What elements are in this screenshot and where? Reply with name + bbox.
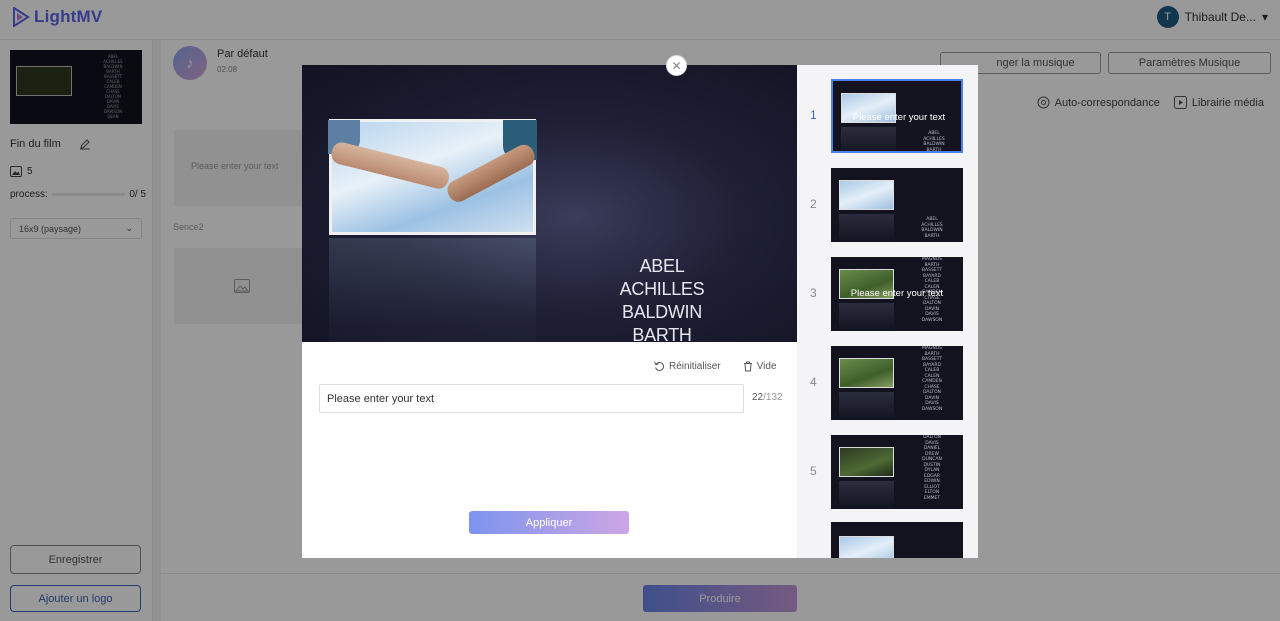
scene-photo — [839, 358, 894, 388]
credit-text-input[interactable] — [319, 384, 744, 413]
video-preview: ABEL ACHILLES BALDWIN BARTH — [302, 65, 797, 342]
scene-credit: BARTH — [924, 233, 940, 239]
preview-reflection — [329, 238, 536, 342]
editor-actions: Réinitialiser Vide — [654, 361, 777, 372]
close-icon[interactable]: ✕ — [666, 55, 687, 76]
scene-item-4[interactable]: 4 MAGNUS BARTH BASSETT BAYARD CALEB CALE… — [797, 346, 978, 420]
scene-photo — [839, 180, 894, 210]
scene-photo — [839, 447, 894, 477]
scene-overlay-text: Please enter your text — [850, 288, 944, 299]
scene-reflection — [839, 303, 894, 331]
scene-reflection — [839, 214, 894, 242]
scene-photo — [839, 536, 894, 558]
scene-credit: BALDWIN — [923, 142, 945, 147]
scene-item-2[interactable]: 2 ABEL ACHILLES BALDWIN BARTH — [797, 168, 978, 242]
scene-list: 1 ABEL ACHILLES BALDWIN BARTH Please ent… — [797, 65, 978, 558]
scene-reflection — [839, 392, 894, 420]
scene-number: 5 — [810, 464, 817, 478]
scene-credits: MAGNUS BARTH BASSETT BAYARD CALEB CALEN … — [917, 346, 947, 412]
scene-credit: EMMET — [923, 495, 941, 501]
reset-button[interactable]: Réinitialiser — [654, 361, 721, 372]
scene-item-5[interactable]: 5 DALTON DAVIS DANIEL DREW DUNCAN DUSTIN… — [797, 435, 978, 509]
preview-photo — [328, 119, 539, 235]
scene-number: 2 — [810, 197, 817, 211]
clear-label: Vide — [756, 361, 777, 372]
clear-button[interactable]: Vide — [743, 361, 777, 372]
scene-thumbnail[interactable]: MAGNUS BARTH BASSETT BAYARD CALEB CALEN … — [831, 257, 963, 331]
scene-thumbnail[interactable]: DALTON DAVIS DANIEL DREW DUNCAN DUSTIN D… — [831, 435, 963, 509]
scene-thumbnail[interactable]: MAGNUS BARTH BASSETT BAYARD CALEB CALEN … — [831, 346, 963, 420]
reset-label: Réinitialiser — [669, 361, 721, 372]
scene-item-3[interactable]: 3 MAGNUS BARTH BASSETT BAYARD CALEB CALE… — [797, 257, 978, 331]
arm-right — [443, 141, 539, 206]
scene-thumbnail[interactable]: ABEL ACHILLES BALDWIN BARTH Please enter… — [831, 79, 963, 153]
scene-reflection — [841, 127, 896, 151]
scene-number: 4 — [810, 375, 817, 389]
reset-icon — [654, 361, 664, 371]
scene-thumbnail[interactable] — [831, 522, 963, 558]
scene-credits: DALTON DAVIS DANIEL DREW DUNCAN DUSTIN D… — [917, 435, 947, 501]
scene-number: 1 — [810, 108, 817, 122]
scene-credit: BARTH — [926, 147, 942, 153]
credit-name: ABEL — [639, 256, 685, 276]
char-count: 22 — [752, 392, 764, 403]
credit-name: BALDWIN — [622, 302, 702, 322]
text-editor-modal: ABEL ACHILLES BALDWIN BARTH Réinitialise… — [302, 65, 978, 558]
apply-button[interactable]: Appliquer — [469, 511, 629, 534]
char-max: /132 — [763, 392, 783, 403]
scene-credit: BALDWIN — [921, 228, 943, 233]
credit-name: BARTH — [632, 325, 692, 342]
credits-list: ABEL ACHILLES BALDWIN BARTH — [612, 255, 712, 342]
scene-item-1[interactable]: 1 ABEL ACHILLES BALDWIN BARTH Please ent… — [797, 79, 978, 153]
credit-name: ACHILLES — [619, 279, 705, 299]
scene-credit: DAWSON — [921, 317, 943, 323]
scene-number: 3 — [810, 286, 817, 300]
char-counter: 22/132 — [752, 392, 783, 403]
scene-reflection — [839, 481, 894, 509]
scene-thumbnail[interactable]: ABEL ACHILLES BALDWIN BARTH — [831, 168, 963, 242]
trash-icon — [743, 361, 752, 372]
scene-credits: ABEL ACHILLES BALDWIN BARTH — [919, 131, 949, 153]
scene-credit: DAWSON — [921, 406, 943, 412]
scene-overlay-text: Please enter your text — [852, 112, 946, 123]
scene-item-6[interactable] — [797, 522, 978, 558]
scene-credits: ABEL ACHILLES BALDWIN BARTH — [917, 217, 947, 239]
arm-left — [329, 140, 452, 191]
